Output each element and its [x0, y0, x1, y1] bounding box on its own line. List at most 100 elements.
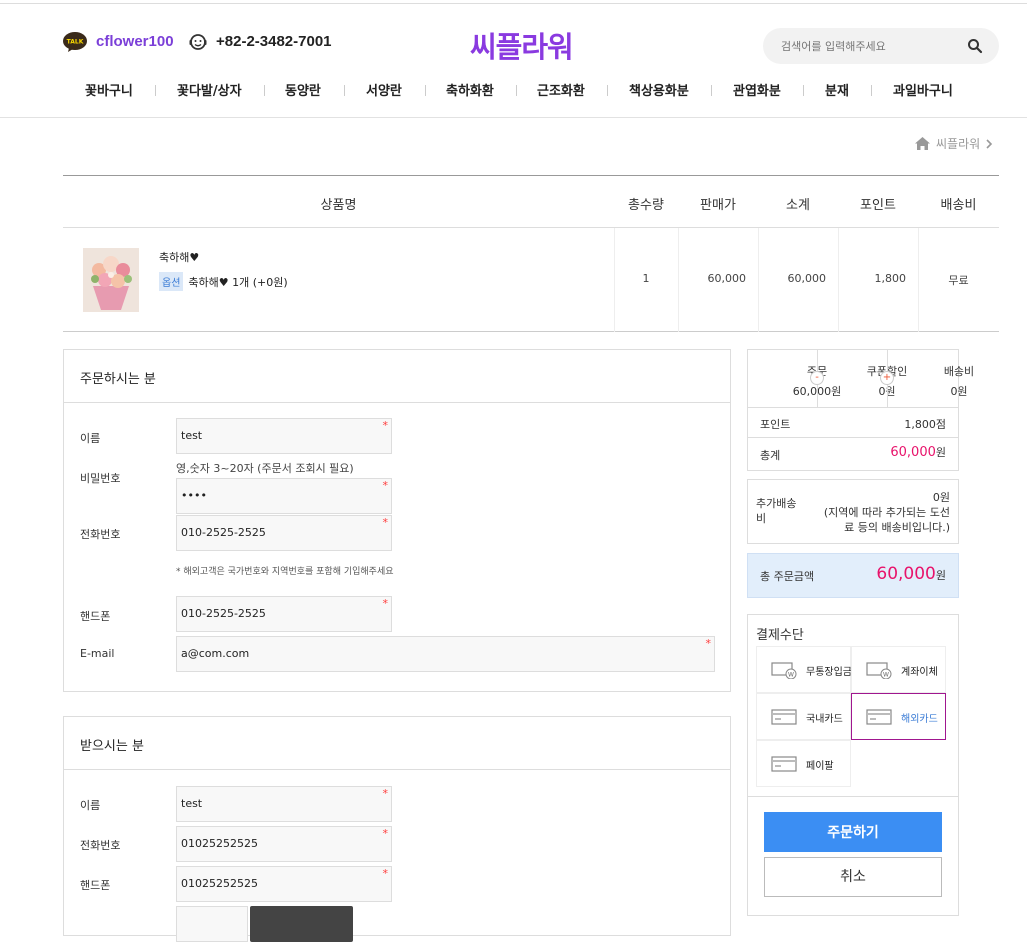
orderer-email-field[interactable]: a@com.com * — [176, 636, 715, 672]
grand-total: 총 주문금액 60,000원 — [747, 553, 959, 598]
row-price: 60,000 — [707, 272, 747, 285]
payment-account-transfer[interactable]: W 계좌이체 — [851, 646, 946, 693]
kakao-talk-badge-text: TALK — [67, 39, 84, 46]
grand-total-label: 총 주문금액 — [760, 570, 815, 583]
payment-paypal[interactable]: 페이팔 — [756, 740, 851, 787]
orderer-tel-value: 010-2525-2525 — [181, 526, 266, 539]
nav-divider — [344, 85, 345, 96]
nav-item-flower-basket[interactable]: 꽃바구니 — [85, 80, 133, 99]
zipcode-search-button[interactable] — [250, 906, 353, 942]
kakao-id[interactable]: cflower100 — [96, 33, 174, 50]
orderer-password-value: •••• — [181, 489, 207, 502]
nav-item-funeral-wreath[interactable]: 근조화환 — [537, 80, 585, 99]
nav-item-bonsai[interactable]: 분재 — [825, 80, 849, 99]
orderer-password-label: 비밀번호 — [80, 472, 121, 485]
col-subtotal: 소계 — [786, 198, 810, 213]
nav-item-western-orchid[interactable]: 서양란 — [366, 80, 402, 99]
orderer-mobile-value: 010-2525-2525 — [181, 607, 266, 620]
orderer-tel-field[interactable]: 010-2525-2525 * — [176, 515, 392, 551]
payment-overseas-card-selected[interactable]: 해외카드 — [851, 693, 946, 740]
orderer-section: 주문하시는 분 이름 test * 비밀번호 영,숫자 3~20자 (주문서 조회… — [63, 349, 731, 692]
receiver-mobile-label: 핸드폰 — [80, 879, 111, 892]
col-shipping: 배송비 — [940, 198, 977, 213]
receiver-tel-value: 01025252525 — [181, 837, 258, 850]
product-name[interactable]: 축하해♥ — [159, 249, 199, 265]
category-nav: 꽃바구니 꽃다발/상자 동양란 서양란 축하화환 근조화환 책상용화분 관엽화분… — [63, 80, 999, 102]
breadcrumb: 씨플라워 — [915, 135, 993, 152]
summary-points-value: 1,800점 — [904, 418, 946, 431]
section-divider — [64, 402, 730, 403]
receiver-name-label: 이름 — [80, 799, 101, 812]
grand-total-value: 60,000 — [876, 564, 936, 584]
required-mark: * — [705, 637, 712, 650]
orderer-password-field[interactable]: •••• * — [176, 478, 392, 514]
summary-order: 주문 60,000원 — [748, 350, 842, 407]
orderer-name-field[interactable]: test * — [176, 418, 392, 454]
nav-divider — [803, 85, 804, 96]
svg-text:W: W — [788, 672, 794, 679]
payment-title: 결제수단 — [756, 628, 804, 643]
credit-card-icon — [771, 756, 797, 772]
row-shipping: 무료 — [948, 274, 969, 287]
nav-item-desk-plant[interactable]: 책상용화분 — [629, 80, 689, 99]
cancel-button[interactable]: 취소 — [764, 857, 942, 897]
col-qty: 총수량 — [628, 198, 664, 213]
summary-points-label: 포인트 — [760, 418, 791, 431]
col-price: 판매가 — [700, 198, 736, 213]
nav-item-fruit-basket[interactable]: 과일바구니 — [893, 80, 953, 99]
orderer-mobile-field[interactable]: 010-2525-2525 * — [176, 596, 392, 632]
orderer-name-label: 이름 — [80, 432, 101, 445]
orderer-email-value: a@com.com — [181, 647, 250, 660]
row-qty: 1 — [642, 272, 650, 285]
payment-label: 계좌이체 — [901, 667, 938, 678]
minus-icon: - — [810, 371, 824, 385]
payment-label: 무통장입금 — [806, 667, 852, 678]
search-box — [763, 28, 999, 64]
summary-divider — [748, 437, 958, 438]
option-badge: 옵션 — [159, 272, 184, 291]
product-option: 옵션 축하해♥ 1개 (+0원) — [159, 272, 288, 291]
search-icon[interactable] — [967, 38, 983, 54]
receiver-mobile-field[interactable]: 01025252525 * — [176, 866, 392, 902]
nav-item-oriental-orchid[interactable]: 동양란 — [285, 80, 321, 99]
receiver-name-value: test — [181, 797, 203, 810]
orderer-title: 주문하시는 분 — [80, 372, 156, 387]
place-order-button[interactable]: 주문하기 — [764, 812, 942, 852]
summary-total-value: 60,000 — [890, 445, 936, 460]
summary-divider — [748, 407, 958, 408]
receiver-section: 받으시는 분 이름 test * 전화번호 01025252525 * 핸드폰 01… — [63, 716, 731, 942]
svg-text:W: W — [883, 672, 889, 679]
receiver-name-field[interactable]: test * — [176, 786, 392, 822]
extra-shipping: 추가배송비 0원 (지역에 따라 추가되는 도선료 등의 배송비입니다.) — [747, 479, 959, 544]
extra-shipping-label: 추가배송비 — [756, 497, 797, 525]
nav-divider — [264, 85, 265, 96]
row-points: 1,800 — [874, 272, 907, 285]
site-logo[interactable]: 씨플라워 — [470, 24, 574, 66]
overseas-note: * 해외고객은 국가번호와 지역번호를 포함해 기입해주세요 — [176, 567, 394, 577]
nav-item-bouquet[interactable]: 꽃다발/상자 — [177, 80, 242, 99]
product-thumbnail[interactable] — [83, 248, 139, 312]
order-summary: 주문 60,000원 쿠폰할인 0원 배송비 0원 - + 포인트 1,800점… — [747, 349, 974, 471]
required-mark: * — [382, 787, 389, 800]
home-icon[interactable] — [915, 137, 930, 150]
kakao-talk-icon[interactable]: TALK — [63, 32, 87, 52]
nav-divider — [607, 85, 608, 96]
nav-item-celebration-wreath[interactable]: 축하화환 — [446, 80, 494, 99]
nav-divider — [516, 85, 517, 96]
payment-bank-deposit[interactable]: W 무통장입금 — [756, 646, 852, 693]
plus-icon: + — [880, 371, 894, 385]
receiver-tel-field[interactable]: 01025252525 * — [176, 826, 392, 862]
orderer-name-value: test — [181, 429, 203, 442]
grand-total-unit: 원 — [935, 569, 946, 582]
nav-item-foliage-plant[interactable]: 관엽화분 — [733, 80, 781, 99]
payment-domestic-card[interactable]: 국내카드 — [756, 693, 851, 740]
account-transfer-icon: W — [866, 662, 892, 679]
password-hint: 영,숫자 3~20자 (주문서 조회시 필요) — [176, 462, 354, 475]
option-text: 축하해♥ 1개 (+0원) — [188, 275, 288, 289]
zipcode-field[interactable] — [176, 906, 248, 942]
nav-divider — [155, 85, 156, 96]
breadcrumb-label[interactable]: 씨플라워 — [936, 135, 980, 152]
summary-ship-label: 배송비 — [943, 365, 975, 378]
search-input[interactable] — [781, 37, 961, 55]
payment-label: 페이팔 — [806, 761, 834, 772]
